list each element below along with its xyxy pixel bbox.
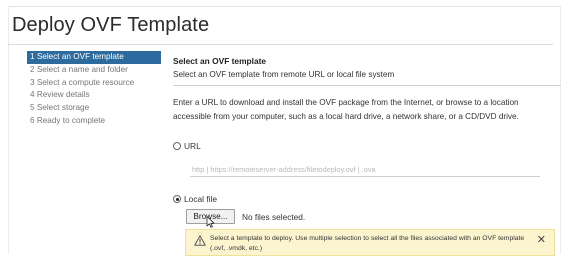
step-select-ovf-template[interactable]: 1 Select an OVF template xyxy=(27,51,161,64)
url-input[interactable] xyxy=(190,163,540,177)
step-select-storage[interactable]: 5 Select storage xyxy=(27,102,161,115)
alert-message: Select a template to deploy. Use multipl… xyxy=(210,235,525,252)
url-radio-label: URL xyxy=(184,141,201,151)
section-description: Enter a URL to download and install the … xyxy=(173,98,519,121)
step-ready-to-complete[interactable]: 6 Ready to complete xyxy=(27,115,161,128)
close-icon[interactable]: ✕ xyxy=(537,234,546,246)
section-subtitle: Select an OVF template from remote URL o… xyxy=(173,70,395,79)
step-select-compute-resource[interactable]: 3 Select a compute resource xyxy=(27,77,161,90)
url-radio-option[interactable]: URL xyxy=(173,141,201,151)
dialog-title: Deploy OVF Template xyxy=(12,14,210,36)
local-file-radio-option[interactable]: Local file xyxy=(173,194,217,204)
warning-alert: Select a template to deploy. Use multipl… xyxy=(185,229,555,256)
wizard-steps: 1 Select an OVF template 2 Select a name… xyxy=(27,51,161,128)
local-file-radio-button[interactable] xyxy=(173,195,181,203)
warning-triangle-icon xyxy=(194,235,206,246)
local-file-radio-label: Local file xyxy=(184,194,218,204)
step-content: Select an OVF template Select an OVF tem… xyxy=(173,56,561,124)
section-divider xyxy=(173,85,561,86)
mouse-pointer-icon xyxy=(206,216,215,228)
step-review-details[interactable]: 4 Review details xyxy=(27,89,161,102)
url-radio-button[interactable] xyxy=(173,142,181,150)
step-select-name-folder[interactable]: 2 Select a name and folder xyxy=(27,64,161,77)
section-title: Select an OVF template xyxy=(173,56,267,66)
title-divider xyxy=(8,44,553,45)
files-status: No files selected. xyxy=(242,212,306,222)
